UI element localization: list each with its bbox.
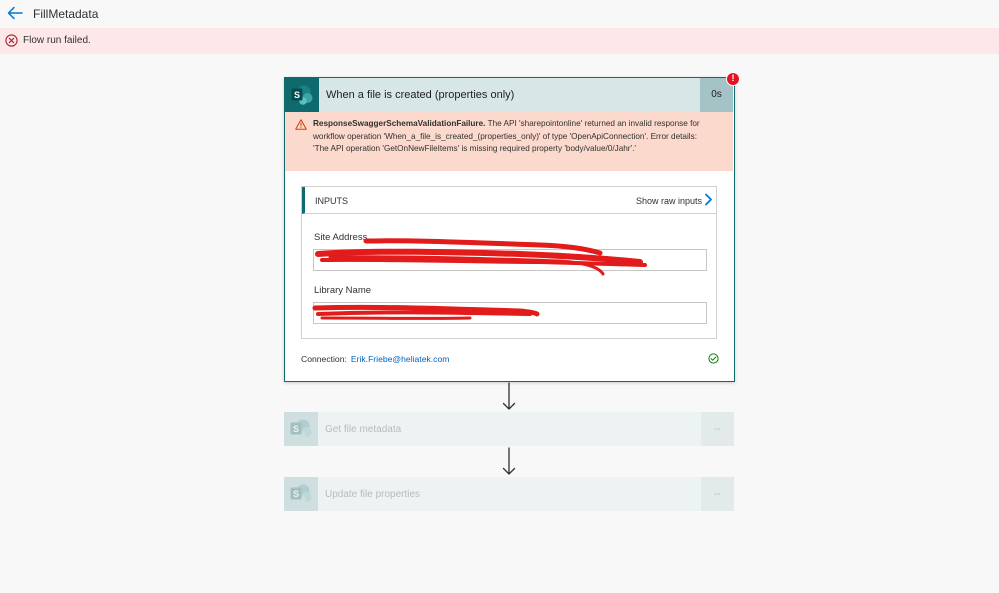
back-arrow-icon[interactable] — [6, 4, 24, 22]
library-name-field — [313, 302, 707, 324]
trigger-card[interactable]: S When a file is created (properties onl… — [284, 77, 735, 382]
step-update-file-properties[interactable]: S Update file properties -- — [284, 477, 734, 511]
inputs-panel: INPUTS Show raw inputs Site Address Libr… — [301, 186, 717, 339]
top-bar: FillMetadata — [0, 0, 999, 28]
down-arrow-icon — [502, 382, 516, 410]
chevron-right-icon[interactable] — [704, 193, 713, 206]
sharepoint-icon: S — [290, 419, 312, 439]
error-details: ResponseSwaggerSchemaValidationFailure. … — [285, 112, 733, 171]
site-address-field — [313, 249, 707, 271]
step-duration-box: -- — [701, 412, 734, 446]
trigger-card-header[interactable]: S When a file is created (properties onl… — [285, 78, 733, 112]
service-tile: S — [284, 412, 318, 446]
down-arrow-icon — [502, 447, 516, 475]
page-title: FillMetadata — [33, 7, 99, 21]
svg-text:S: S — [293, 489, 299, 499]
connection-info: Connection: Erik.Friebe@heliatek.com — [301, 354, 449, 364]
trigger-duration: 0s — [711, 89, 722, 100]
error-circle-icon — [5, 34, 18, 47]
service-tile: S — [285, 78, 319, 112]
sharepoint-icon: S — [290, 484, 312, 504]
step-duration-box: -- — [701, 477, 734, 511]
error-badge: ! — [726, 72, 740, 86]
service-tile: S — [284, 477, 318, 511]
step-duration: -- — [714, 424, 721, 435]
trigger-title: When a file is created (properties only) — [326, 89, 515, 101]
step-title: Update file properties — [325, 489, 421, 500]
error-text: ResponseSwaggerSchemaValidationFailure. … — [313, 118, 709, 156]
library-name-label: Library Name — [314, 285, 372, 296]
svg-text:S: S — [294, 90, 300, 100]
step-title: Get file metadata — [325, 424, 402, 435]
site-address-label: Site Address — [314, 232, 368, 243]
show-raw-inputs-link[interactable]: Show raw inputs — [636, 196, 702, 206]
warning-triangle-icon — [295, 119, 307, 130]
inputs-header: INPUTS Show raw inputs — [302, 187, 716, 214]
connection-label: Connection: — [301, 354, 347, 364]
error-code: ResponseSwaggerSchemaValidationFailure. — [313, 119, 486, 128]
sharepoint-icon: S — [291, 85, 313, 105]
step-get-file-metadata[interactable]: S Get file metadata -- — [284, 412, 734, 446]
step-duration: -- — [714, 489, 721, 500]
error-banner: Flow run failed. — [0, 28, 999, 54]
banner-message: Flow run failed. — [23, 35, 91, 46]
svg-text:S: S — [293, 424, 299, 434]
check-circle-icon — [708, 353, 719, 364]
inputs-label: INPUTS — [315, 196, 349, 206]
connection-account-link[interactable]: Erik.Friebe@heliatek.com — [351, 354, 450, 364]
